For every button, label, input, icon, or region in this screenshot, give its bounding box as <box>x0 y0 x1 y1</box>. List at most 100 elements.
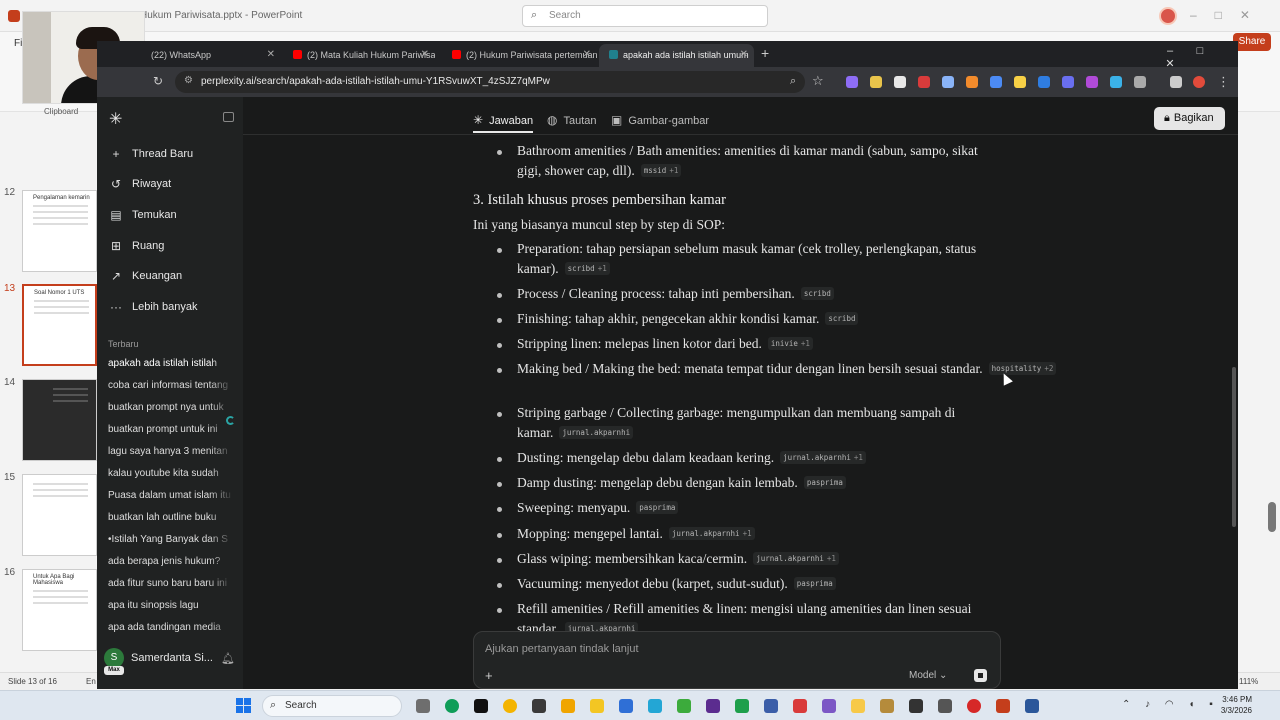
extension-icon[interactable] <box>1062 76 1074 88</box>
extension-icon[interactable] <box>894 76 906 88</box>
source-citation-chip[interactable]: pasprima <box>803 476 846 489</box>
extension-icon[interactable] <box>1038 76 1050 88</box>
slide-thumbnail[interactable] <box>22 379 97 461</box>
source-citation-chip[interactable]: mssid +1 <box>640 164 682 177</box>
bookmark-star-icon[interactable]: ☆ <box>812 73 824 89</box>
close-tab-icon[interactable]: ✕ <box>267 49 275 60</box>
tab-gambar[interactable]: ▣ Gambar-gambar <box>611 113 709 127</box>
extension-icon[interactable] <box>966 76 978 88</box>
source-citation-chip[interactable]: jurnal.akparnhi +1 <box>668 527 755 540</box>
recent-thread-item[interactable]: ada berapa jenis hukum? <box>108 553 234 571</box>
powerpoint-window-controls[interactable]: –□✕ <box>1190 8 1268 22</box>
recent-thread-item[interactable]: buatkan prompt untuk ini <box>108 421 234 439</box>
powerpoint-scrollbar[interactable] <box>1268 502 1276 532</box>
powerpoint-icon[interactable] <box>996 699 1010 713</box>
sidebar-item-temukan[interactable]: ▤ Temukan <box>109 205 237 227</box>
extension-icon[interactable] <box>1110 76 1122 88</box>
model-selector[interactable]: Model ⌄ <box>909 670 947 681</box>
user-profile-row[interactable]: S Max Samerdanta Si... 🔔︎ <box>104 646 240 676</box>
app-icon[interactable] <box>532 699 546 713</box>
slide-thumbnail-active[interactable]: Soal Nomor 1 UTS <box>22 284 97 366</box>
app-icon[interactable] <box>561 699 575 713</box>
app-icon[interactable] <box>706 699 720 713</box>
page-scrollbar[interactable] <box>1232 367 1236 527</box>
recent-thread-item[interactable]: apakah ada istilah istilah <box>108 355 234 373</box>
app-icon[interactable] <box>880 699 894 713</box>
close-tab-icon[interactable]: ✕ <box>583 49 591 60</box>
source-citation-chip[interactable]: scribd <box>800 287 834 300</box>
windows-start-icon[interactable] <box>236 698 252 714</box>
recent-thread-item[interactable]: apa ada tandingan media <box>108 619 234 637</box>
new-tab-button[interactable]: + <box>761 45 769 61</box>
perplexity-logo-icon[interactable]: ✳ <box>109 109 122 129</box>
tab-jawaban[interactable]: ✳ Jawaban <box>473 113 533 127</box>
powerpoint-search-box[interactable]: ⌕ Search <box>522 5 768 27</box>
browser-tab-youtube-1[interactable]: (2) Mata Kuliah Hukum Pariwisata ✕ <box>283 44 435 67</box>
recent-thread-item[interactable]: ada fitur suno baru baru ini <box>108 575 234 593</box>
taskview-icon[interactable] <box>416 699 430 713</box>
extension-icon[interactable] <box>990 76 1002 88</box>
record-icon[interactable] <box>967 699 981 713</box>
attach-plus-icon[interactable]: + <box>485 668 493 683</box>
close-tab-icon[interactable]: ✕ <box>740 49 748 60</box>
followup-input-box[interactable]: Ajukan pertanyaan tindak lanjut + Model … <box>473 631 1001 689</box>
user-name[interactable]: Samerdanta Si... <box>131 652 213 664</box>
taskbar-search-box[interactable]: ⌕ Search <box>262 695 402 717</box>
source-citation-chip[interactable]: scribd +1 <box>564 262 610 275</box>
maximize-icon[interactable]: □ <box>1185 45 1215 57</box>
avatar[interactable]: S <box>104 648 124 668</box>
site-info-icon[interactable]: ⚙ <box>184 75 193 86</box>
app-icon[interactable] <box>677 699 691 713</box>
sidebar-item-lebih-banyak[interactable]: ··· Lebih banyak <box>109 297 237 319</box>
recent-thread-item[interactable]: buatkan prompt nya untuk <box>108 399 234 417</box>
source-citation-chip[interactable]: jurnal.akparnhi <box>559 426 634 439</box>
browser-tab-youtube-2[interactable]: (2) Hukum Pariwisata pertemuan ✕ <box>442 44 597 67</box>
recent-thread-item[interactable]: kalau youtube kita sudah <box>108 465 234 483</box>
file-explorer-icon[interactable] <box>590 699 604 713</box>
browser-tab-perplexity[interactable]: apakah ada istilah istilah umum ✕ <box>599 44 754 67</box>
browser-tab-whatsapp[interactable]: (22) WhatsApp ✕ <box>141 44 281 67</box>
source-citation-chip[interactable]: pasprima <box>793 577 836 590</box>
source-citation-chip[interactable]: hospitality +2 <box>988 362 1057 375</box>
url-field[interactable]: ⚙ perplexity.ai/search/apakah-ada-istila… <box>175 71 805 93</box>
source-citation-chip[interactable]: scribd <box>825 312 859 325</box>
recent-thread-item[interactable]: lagu saya hanya 3 menitan <box>108 443 234 461</box>
stop-button[interactable] <box>974 669 987 682</box>
powerpoint-share-button[interactable]: Share <box>1233 33 1271 51</box>
app-icon[interactable] <box>619 699 633 713</box>
minimize-icon[interactable]: – <box>1155 45 1185 57</box>
profile-avatar-icon[interactable] <box>1193 76 1205 88</box>
app-icon[interactable] <box>851 699 865 713</box>
slide-thumbnail[interactable]: Pengalaman kemarin <box>22 190 97 272</box>
reading-list-icon[interactable] <box>1170 76 1182 88</box>
zoom-level[interactable]: 111% <box>1239 677 1258 686</box>
extension-icon[interactable] <box>942 76 954 88</box>
extension-icon[interactable] <box>870 76 882 88</box>
extension-icon[interactable] <box>1086 76 1098 88</box>
app-icon[interactable] <box>938 699 952 713</box>
app-icon[interactable] <box>909 699 923 713</box>
slide-thumbnail[interactable]: Untuk Apa Bagi Mahasiswa <box>22 569 97 651</box>
browser-menu-icon[interactable]: ⋮ <box>1217 74 1230 90</box>
app-icon[interactable] <box>822 699 836 713</box>
source-citation-chip[interactable]: jurnal.akparnhi +1 <box>780 451 866 464</box>
edge-icon[interactable] <box>445 699 459 713</box>
reload-icon[interactable]: ↻ <box>153 74 163 88</box>
source-citation-chip[interactable]: pasprima <box>636 501 679 514</box>
recent-thread-item[interactable]: coba cari informasi tentang <box>108 377 234 395</box>
bell-icon[interactable]: 🔔︎ <box>221 652 235 665</box>
source-citation-chip[interactable]: inivie +1 <box>767 337 813 350</box>
app-icon[interactable] <box>764 699 778 713</box>
extension-icon[interactable] <box>918 76 930 88</box>
recent-thread-item[interactable]: buatkan lah outline buku <box>108 509 234 527</box>
app-icon[interactable] <box>648 699 662 713</box>
capcut-icon[interactable] <box>474 699 488 713</box>
recent-thread-item[interactable]: •Istilah Yang Banyak dan S <box>108 531 234 549</box>
extension-icon[interactable] <box>1014 76 1026 88</box>
sidebar-item-keuangan[interactable]: ↗ Keuangan <box>109 266 237 288</box>
sidebar-toggle-icon[interactable] <box>223 112 234 122</box>
extension-icon[interactable] <box>846 76 858 88</box>
recent-thread-item[interactable]: apa itu sinopsis lagu <box>108 597 234 615</box>
clock[interactable]: 3:46 PM 3/3/2026 <box>1218 694 1252 716</box>
extensions-puzzle-icon[interactable] <box>1134 76 1146 88</box>
